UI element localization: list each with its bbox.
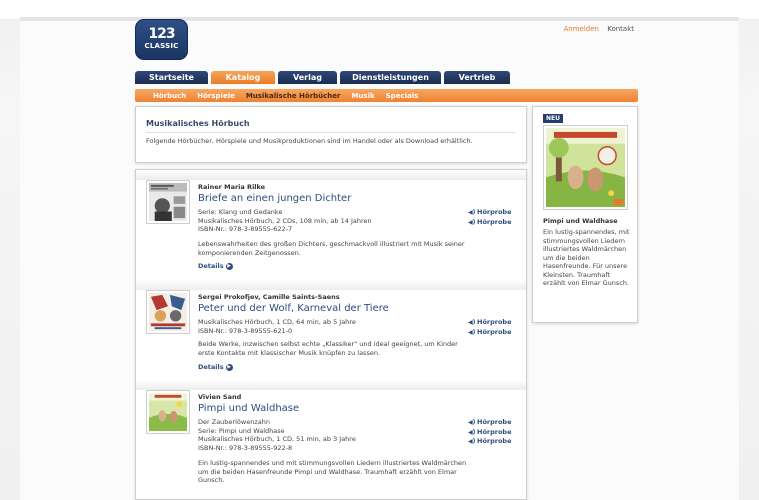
nav-tab-vertrieb[interactable]: Vertrieb (444, 71, 510, 84)
nav-tab-dienstleistungen[interactable]: Dienstleistungen (340, 71, 441, 84)
title-divider (146, 132, 516, 133)
entry-separator (136, 380, 526, 390)
cover-image (546, 128, 625, 207)
logo-number: 123 (148, 26, 175, 42)
page-title: Musikalisches Hörbuch (146, 119, 250, 128)
meta-line: ISBN-Nr.: 978-3-89555-922-8 (198, 443, 293, 452)
list-item: Rainer Maria Rilke Briefe an einen junge… (136, 170, 526, 280)
speaker-icon: ◀) (468, 218, 476, 226)
audio-samples: ◀) Hörprobe ◀) Hörprobe (468, 318, 512, 337)
meta-line: Serie: Pimpi und Waldhase (198, 426, 285, 435)
logo-word: CLASSIC (144, 42, 179, 50)
audio-sample-link[interactable]: ◀) Hörprobe (468, 208, 512, 218)
nav-tab-katalog[interactable]: Katalog (211, 71, 275, 84)
top-links: Anmelden Kontakt (557, 25, 634, 33)
audio-sample-link[interactable]: ◀) Hörprobe (468, 318, 512, 328)
meta-line: Musikalisches Hörbuch, 1 CD, 64 min, ab … (198, 318, 356, 326)
entry-separator (136, 280, 526, 290)
product-list: Rainer Maria Rilke Briefe an einen junge… (135, 169, 527, 500)
entry-author: Rainer Maria Rilke (198, 183, 266, 191)
subnav-hoerbuch[interactable]: Hörbuch (153, 92, 186, 100)
entry-title[interactable]: Pimpi und Waldhase (198, 403, 299, 414)
arrow-right-icon: ▶ (225, 363, 233, 371)
intro-text: Folgende Hörbücher, Hörspiele und Musikp… (146, 137, 473, 145)
meta-line: Der Zauberlöwenzahn (198, 418, 270, 426)
cover-image (149, 183, 187, 221)
audio-samples: ◀) Hörprobe ◀) Hörprobe ◀) Hörprobe (468, 418, 512, 447)
audio-sample-link[interactable]: ◀) Hörprobe (468, 418, 512, 428)
audio-sample-link[interactable]: ◀) Hörprobe (468, 328, 512, 338)
entry-description: Beide Werke, inzwischen selbst echte „Kl… (198, 340, 458, 357)
contact-link[interactable]: Kontakt (607, 25, 634, 33)
subnav-hoerspiele[interactable]: Hörspiele (197, 92, 235, 100)
details-link[interactable]: Details ▶ (198, 262, 233, 270)
nav-tab-verlag[interactable]: Verlag (278, 71, 337, 84)
meta-line: ISBN-Nr.: 978-3-89555-621-0 (198, 326, 293, 335)
meta-line: Serie: Klang und Gedanke (198, 208, 283, 216)
entry-description: Ein lustig-spannendes und mit stimmungsv… (198, 459, 467, 484)
speaker-icon: ◀) (468, 319, 476, 326)
side-text: Ein lustig-spannendes, mit stimmungsvoll… (543, 228, 630, 287)
site-logo[interactable]: 123 CLASSIC (135, 19, 188, 60)
login-link[interactable]: Anmelden (563, 25, 598, 33)
sub-navigation: Hörbuch Hörspiele Musikalische Hörbücher… (135, 89, 638, 102)
speaker-icon: ◀) (468, 438, 476, 445)
new-release-box: NEU Pimpi und Waldhase Ein lustig-spanne… (532, 106, 638, 323)
audio-sample-link[interactable]: ◀) Hörprobe (468, 218, 512, 228)
subnav-musik[interactable]: Musik (351, 92, 374, 100)
audio-sample-link[interactable]: ◀) Hörprobe (468, 437, 512, 447)
speaker-icon: ◀) (468, 419, 476, 426)
speaker-icon: ◀) (468, 328, 476, 336)
arrow-right-icon: ▶ (225, 262, 233, 270)
list-item: Sergei Prokofjev, Camille Saints-Saens P… (136, 280, 526, 380)
meta-line: Musikalisches Hörbuch, 2 CDs, 108 min, a… (198, 216, 372, 225)
subnav-specials[interactable]: Specials (386, 92, 419, 100)
entry-title[interactable]: Peter und der Wolf, Karneval der Tiere (198, 303, 389, 314)
meta-line: ISBN-Nr.: 978-3-89555-622-7 (198, 225, 293, 233)
side-title[interactable]: Pimpi und Waldhase (543, 217, 618, 225)
main-navigation: Startseite Katalog Verlag Dienstleistung… (135, 71, 513, 84)
speaker-icon: ◀) (468, 209, 476, 216)
cover-image (149, 393, 187, 431)
side-cover[interactable] (543, 125, 628, 210)
speaker-icon: ◀) (468, 428, 476, 436)
cover-briefe[interactable] (146, 180, 190, 224)
entry-top-gradient (136, 170, 526, 180)
subnav-musikalische-hoerbuecher[interactable]: Musikalische Hörbücher (246, 92, 341, 100)
cover-peter-und-der-wolf[interactable] (146, 290, 190, 334)
entry-author: Sergei Prokofjev, Camille Saints-Saens (198, 293, 340, 301)
intro-panel: Musikalisches Hörbuch Folgende Hörbücher… (135, 106, 527, 163)
list-item: Vivien Sand Pimpi und Waldhase Der Zaube… (136, 380, 526, 499)
entry-meta: Musikalisches Hörbuch, 1 CD, 64 min, ab … (198, 318, 356, 335)
entry-title[interactable]: Briefe an einen jungen Dichter (198, 193, 351, 204)
audio-samples: ◀) Hörprobe ◀) Hörprobe (468, 208, 512, 227)
cover-pimpi-und-waldhase[interactable] (146, 390, 190, 434)
meta-line: Musikalisches Hörbuch, 1 CD, 51 min, ab … (198, 435, 356, 443)
nav-tab-startseite[interactable]: Startseite (135, 71, 208, 84)
entry-meta: Der Zauberlöwenzahn Serie: Pimpi und Wal… (198, 418, 356, 452)
details-link[interactable]: Details ▶ (198, 363, 233, 371)
cover-image (149, 293, 187, 331)
audio-sample-link[interactable]: ◀) Hörprobe (468, 428, 512, 438)
entry-description: Lebenswahrheiten des großen Dichters, ge… (198, 240, 465, 257)
new-badge: NEU (543, 114, 563, 123)
entry-author: Vivien Sand (198, 393, 242, 401)
entry-meta: Serie: Klang und Gedanke Musikalisches H… (198, 208, 372, 234)
